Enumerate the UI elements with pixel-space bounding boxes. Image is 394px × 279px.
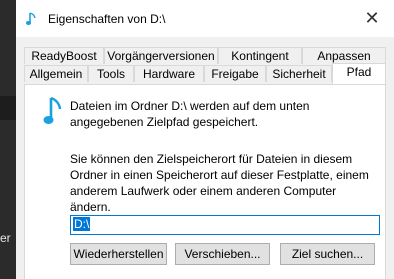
background-window-strip: er	[0, 0, 16, 279]
tab-panel-pfad: Dateien im Ordner D:\ werden auf dem unt…	[24, 84, 386, 279]
dialog-body: ReadyBoost Vorgängerversionen Kontingent…	[16, 37, 394, 279]
tab-kontingent[interactable]: Kontingent	[218, 47, 302, 64]
music-note-icon	[43, 96, 62, 124]
title-bar[interactable]: Eigenschaften von D:\ ✕	[16, 0, 394, 37]
window-title: Eigenschaften von D:\	[48, 12, 166, 26]
tab-anpassen[interactable]: Anpassen	[302, 47, 386, 64]
move-button[interactable]: Verschieben...	[175, 243, 270, 265]
tab-sicherheit[interactable]: Sicherheit	[266, 65, 332, 82]
tab-tools[interactable]: Tools	[88, 65, 134, 82]
description-target-path: Dateien im Ordner D:\ werden auf dem unt…	[70, 99, 310, 129]
close-button[interactable]: ✕	[350, 0, 394, 37]
restore-button[interactable]: Wiederherstellen	[70, 243, 167, 265]
background-window-band	[0, 96, 16, 120]
properties-dialog: Eigenschaften von D:\ ✕ ReadyBoost Vorgä…	[16, 0, 394, 279]
tab-vorgaengerversionen[interactable]: Vorgängerversionen	[104, 47, 218, 64]
tab-freigabe[interactable]: Freigabe	[204, 65, 266, 82]
music-note-icon	[25, 12, 36, 25]
target-path-input[interactable]: D:\	[70, 215, 380, 235]
description-change-location: Sie können den Zielspeicherort für Datei…	[70, 152, 369, 214]
tab-pfad[interactable]: Pfad	[332, 63, 386, 84]
tab-allgemein[interactable]: Allgemein	[24, 65, 88, 82]
tab-readyboost[interactable]: ReadyBoost	[24, 47, 104, 64]
target-path-value: D:\	[73, 217, 91, 231]
find-target-button[interactable]: Ziel suchen...	[280, 243, 375, 265]
background-window-text: er	[0, 231, 11, 245]
close-icon: ✕	[364, 8, 380, 28]
tab-hardware[interactable]: Hardware	[134, 65, 204, 82]
